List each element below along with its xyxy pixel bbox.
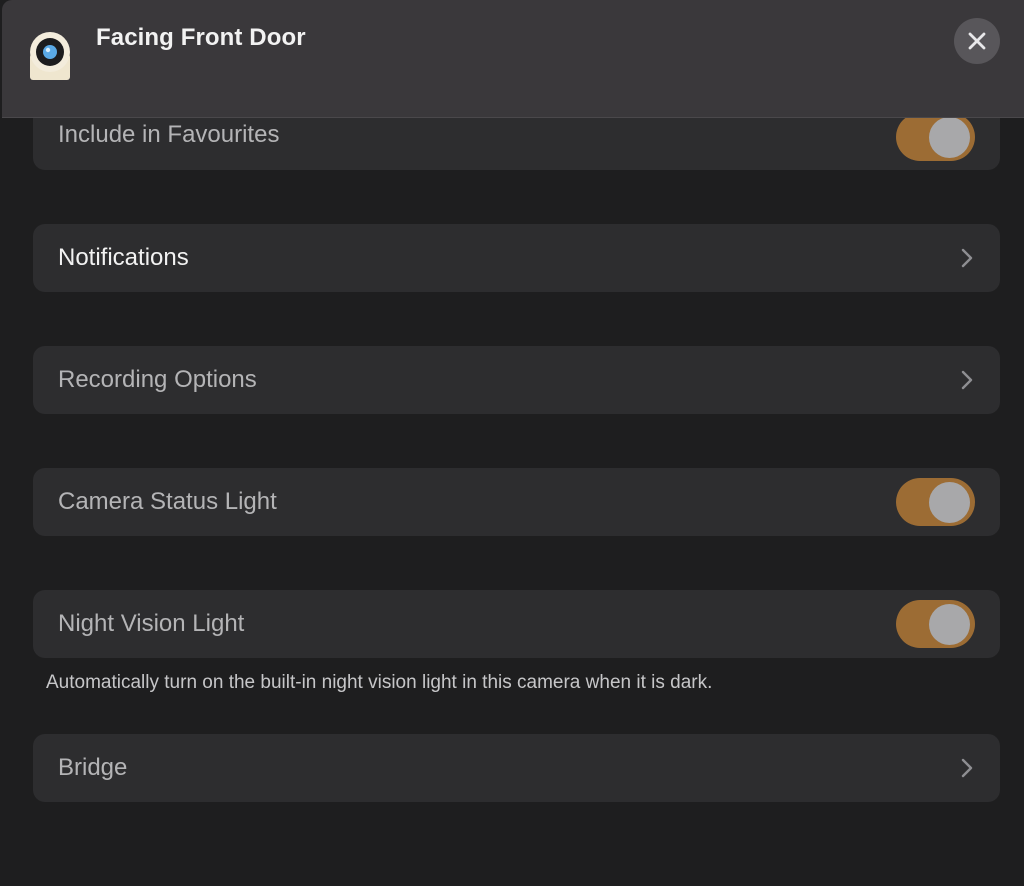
night-vision-light-toggle[interactable] bbox=[896, 600, 975, 648]
window-header: Facing Front Door bbox=[2, 0, 1024, 118]
recording-options-row[interactable]: Recording Options bbox=[33, 346, 1000, 414]
recording-options-label: Recording Options bbox=[58, 366, 257, 393]
camera-status-light-row[interactable]: Camera Status Light bbox=[33, 468, 1000, 536]
settings-list: Include in Favourites Notifications Reco… bbox=[0, 0, 1024, 886]
favourites-toggle[interactable] bbox=[896, 113, 975, 161]
chevron-right-icon bbox=[961, 370, 973, 390]
favourites-label: Include in Favourites bbox=[58, 121, 280, 148]
chevron-right-icon bbox=[961, 248, 973, 268]
window-title: Facing Front Door bbox=[96, 24, 306, 51]
camera-status-light-toggle[interactable] bbox=[896, 478, 975, 526]
close-icon bbox=[968, 32, 986, 50]
notifications-row[interactable]: Notifications bbox=[33, 224, 1000, 292]
notifications-label: Notifications bbox=[58, 244, 189, 271]
bridge-row[interactable]: Bridge bbox=[33, 734, 1000, 802]
night-vision-light-row[interactable]: Night Vision Light bbox=[33, 590, 1000, 658]
settings-window: Include in Favourites Notifications Reco… bbox=[0, 0, 1024, 886]
toggle-knob bbox=[929, 117, 970, 158]
chevron-right-icon bbox=[961, 758, 973, 778]
night-vision-light-label: Night Vision Light bbox=[58, 610, 245, 637]
toggle-knob bbox=[929, 604, 970, 645]
camera-status-light-label: Camera Status Light bbox=[58, 488, 277, 515]
toggle-knob bbox=[929, 482, 970, 523]
close-button[interactable] bbox=[954, 18, 1000, 64]
bridge-label: Bridge bbox=[58, 754, 128, 781]
night-vision-footnote: Automatically turn on the built-in night… bbox=[46, 672, 713, 693]
camera-device-icon bbox=[30, 32, 70, 80]
